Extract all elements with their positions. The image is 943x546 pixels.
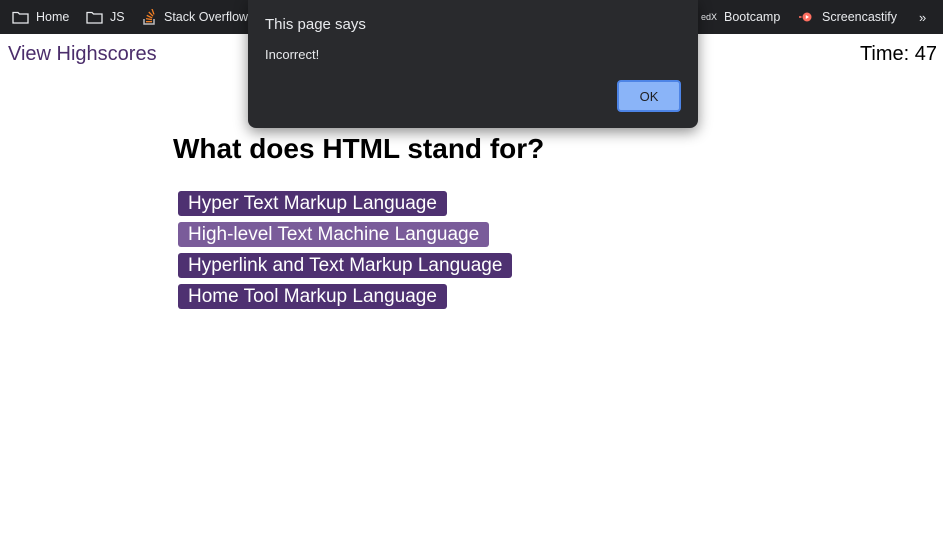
folder-icon (12, 10, 29, 24)
folder-icon (86, 10, 103, 24)
bookmark-label: Stack Overflow (164, 10, 249, 24)
stackoverflow-icon (142, 9, 157, 25)
bookmark-screencastify[interactable]: Screencastify (799, 0, 897, 34)
edx-icon: edX (701, 12, 718, 22)
view-highscores-link[interactable]: View Highscores (8, 43, 157, 66)
answer-choices: Hyper Text Markup Language High-level Te… (178, 191, 513, 315)
bookmark-label: JS (110, 10, 125, 24)
bookmark-js[interactable]: JS (86, 0, 125, 34)
alert-message: Incorrect! (265, 47, 320, 62)
answer-button-4[interactable]: Home Tool Markup Language (178, 284, 447, 309)
more-bookmarks-button[interactable]: » (919, 0, 926, 34)
bookmark-label: Bootcamp (724, 10, 781, 24)
timer: Time: 47 (859, 43, 937, 65)
bookmark-bootcamp[interactable]: edX Bootcamp (701, 0, 780, 34)
bookmark-home[interactable]: Home (12, 0, 69, 34)
screencastify-icon (799, 11, 815, 23)
bookmark-label: Screencastify (822, 10, 898, 24)
alert-dialog: This page says Incorrect! OK (248, 0, 698, 128)
double-chevron-right-icon: » (919, 9, 926, 25)
alert-title: This page says (265, 16, 366, 33)
bookmark-label: Home (36, 10, 70, 24)
question-title: What does HTML stand for? (173, 133, 545, 164)
answer-button-3[interactable]: Hyperlink and Text Markup Language (178, 253, 513, 278)
ok-button[interactable]: OK (617, 80, 681, 112)
answer-button-1[interactable]: Hyper Text Markup Language (178, 191, 447, 216)
answer-button-2[interactable]: High-level Text Machine Language (178, 222, 490, 247)
bookmark-stack-overflow[interactable]: Stack Overflow (142, 0, 248, 34)
